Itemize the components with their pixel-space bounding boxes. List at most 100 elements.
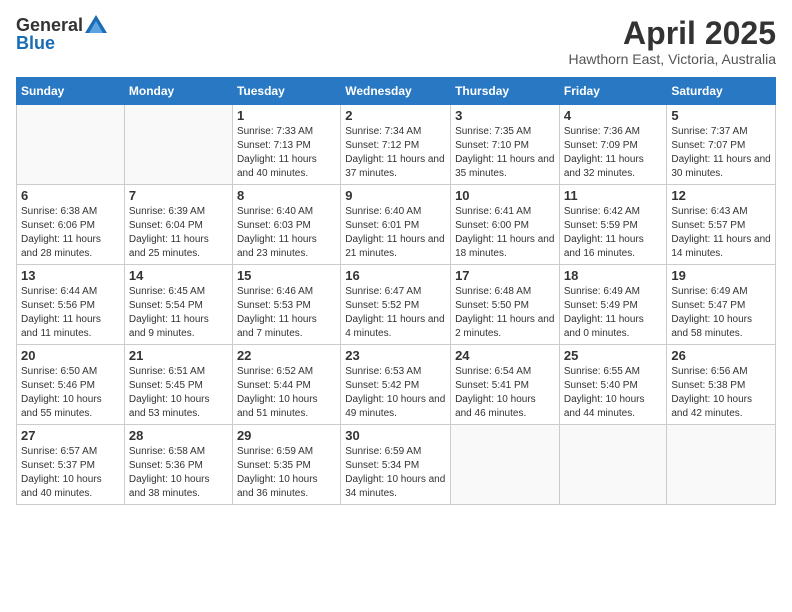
title-area: April 2025 Hawthorn East, Victoria, Aust… [568, 16, 776, 67]
header-day-thursday: Thursday [451, 78, 560, 105]
day-info: Sunrise: 6:42 AM Sunset: 5:59 PM Dayligh… [564, 205, 663, 261]
day-info: Sunrise: 6:39 AM Sunset: 6:04 PM Dayligh… [129, 205, 228, 261]
calendar-cell [17, 105, 125, 185]
calendar-cell: 1Sunrise: 7:33 AM Sunset: 7:13 PM Daylig… [232, 105, 340, 185]
day-number: 10 [455, 188, 555, 203]
day-info: Sunrise: 6:43 AM Sunset: 5:57 PM Dayligh… [671, 205, 771, 261]
calendar-cell: 26Sunrise: 6:56 AM Sunset: 5:38 PM Dayli… [667, 345, 776, 425]
day-info: Sunrise: 6:47 AM Sunset: 5:52 PM Dayligh… [345, 285, 446, 341]
day-number: 5 [671, 108, 771, 123]
day-number: 25 [564, 348, 663, 363]
calendar-cell [124, 105, 232, 185]
day-number: 15 [237, 268, 336, 283]
calendar-cell: 5 Sunrise: 7:37 AM Sunset: 7:07 PM Daylig… [667, 105, 776, 185]
calendar-cell: 18Sunrise: 6:49 AM Sunset: 5:49 PM Dayli… [559, 265, 667, 345]
day-info: Sunrise: 6:41 AM Sunset: 6:00 PM Dayligh… [455, 205, 555, 261]
day-number: 20 [21, 348, 120, 363]
day-number: 28 [129, 428, 228, 443]
day-info: Sunrise: 6:52 AM Sunset: 5:44 PM Dayligh… [237, 365, 336, 421]
location-subtitle: Hawthorn East, Victoria, Australia [568, 51, 776, 67]
calendar-cell: 4 Sunrise: 7:36 AM Sunset: 7:09 PM Daylig… [559, 105, 667, 185]
calendar-cell: 28 Sunrise: 6:58 AM Sunset: 5:36 PM Dayli… [124, 425, 232, 505]
day-number: 11 [564, 188, 663, 203]
calendar-cell: 27Sunrise: 6:57 AM Sunset: 5:37 PM Dayli… [17, 425, 125, 505]
calendar-cell: 29 Sunrise: 6:59 AM Sunset: 5:35 PM Dayli… [232, 425, 340, 505]
calendar-week-row: 13 Sunrise: 6:44 AM Sunset: 5:56 PM Dayli… [17, 265, 776, 345]
day-info: Sunrise: 6:58 AM Sunset: 5:36 PM Dayligh… [129, 445, 228, 501]
day-info: Sunrise: 6:51 AM Sunset: 5:45 PM Dayligh… [129, 365, 228, 421]
day-number: 19 [671, 268, 771, 283]
logo-general-text: General [16, 16, 83, 34]
day-number: 24 [455, 348, 555, 363]
calendar-cell: 6Sunrise: 6:38 AM Sunset: 6:06 PM Daylig… [17, 185, 125, 265]
logo-icon [85, 15, 107, 33]
header-day-wednesday: Wednesday [341, 78, 451, 105]
calendar-cell: 13 Sunrise: 6:44 AM Sunset: 5:56 PM Dayli… [17, 265, 125, 345]
calendar-week-row: 1Sunrise: 7:33 AM Sunset: 7:13 PM Daylig… [17, 105, 776, 185]
day-info: Sunrise: 6:38 AM Sunset: 6:06 PM Dayligh… [21, 205, 120, 261]
day-number: 2 [345, 108, 446, 123]
day-info: Sunrise: 6:57 AM Sunset: 5:37 PM Dayligh… [21, 445, 120, 501]
day-info: Sunrise: 6:40 AM Sunset: 6:03 PM Dayligh… [237, 205, 336, 261]
day-info: Sunrise: 6:59 AM Sunset: 5:35 PM Dayligh… [237, 445, 336, 501]
day-number: 22 [237, 348, 336, 363]
day-number: 16 [345, 268, 446, 283]
header-day-sunday: Sunday [17, 78, 125, 105]
calendar-header-row: SundayMondayTuesdayWednesdayThursdayFrid… [17, 78, 776, 105]
calendar-cell: 16 Sunrise: 6:47 AM Sunset: 5:52 PM Dayli… [341, 265, 451, 345]
calendar-week-row: 20Sunrise: 6:50 AM Sunset: 5:46 PM Dayli… [17, 345, 776, 425]
day-number: 4 [564, 108, 663, 123]
day-number: 29 [237, 428, 336, 443]
day-number: 21 [129, 348, 228, 363]
day-info: Sunrise: 7:34 AM Sunset: 7:12 PM Dayligh… [345, 125, 446, 181]
calendar-cell: 19 Sunrise: 6:49 AM Sunset: 5:47 PM Dayli… [667, 265, 776, 345]
calendar-week-row: 27Sunrise: 6:57 AM Sunset: 5:37 PM Dayli… [17, 425, 776, 505]
calendar-cell: 14 Sunrise: 6:45 AM Sunset: 5:54 PM Dayli… [124, 265, 232, 345]
day-number: 18 [564, 268, 663, 283]
day-info: Sunrise: 6:53 AM Sunset: 5:42 PM Dayligh… [345, 365, 446, 421]
day-info: Sunrise: 7:37 AM Sunset: 7:07 PM Dayligh… [671, 125, 771, 181]
month-title: April 2025 [568, 16, 776, 51]
day-number: 14 [129, 268, 228, 283]
calendar-cell: 22 Sunrise: 6:52 AM Sunset: 5:44 PM Dayli… [232, 345, 340, 425]
calendar-cell: 12 Sunrise: 6:43 AM Sunset: 5:57 PM Dayli… [667, 185, 776, 265]
header-day-saturday: Saturday [667, 78, 776, 105]
day-info: Sunrise: 7:36 AM Sunset: 7:09 PM Dayligh… [564, 125, 663, 181]
calendar-cell: 9 Sunrise: 6:40 AM Sunset: 6:01 PM Daylig… [341, 185, 451, 265]
calendar-cell [559, 425, 667, 505]
calendar-cell [451, 425, 560, 505]
day-info: Sunrise: 6:46 AM Sunset: 5:53 PM Dayligh… [237, 285, 336, 341]
day-number: 9 [345, 188, 446, 203]
calendar-cell: 30 Sunrise: 6:59 AM Sunset: 5:34 PM Dayli… [341, 425, 451, 505]
day-info: Sunrise: 7:35 AM Sunset: 7:10 PM Dayligh… [455, 125, 555, 181]
calendar-cell: 23 Sunrise: 6:53 AM Sunset: 5:42 PM Dayli… [341, 345, 451, 425]
day-number: 8 [237, 188, 336, 203]
header-day-friday: Friday [559, 78, 667, 105]
day-number: 7 [129, 188, 228, 203]
header: General Blue April 2025 Hawthorn East, V… [16, 16, 776, 67]
day-number: 3 [455, 108, 555, 123]
calendar-table: SundayMondayTuesdayWednesdayThursdayFrid… [16, 77, 776, 505]
day-number: 23 [345, 348, 446, 363]
day-info: Sunrise: 6:45 AM Sunset: 5:54 PM Dayligh… [129, 285, 228, 341]
day-info: Sunrise: 6:44 AM Sunset: 5:56 PM Dayligh… [21, 285, 120, 341]
day-info: Sunrise: 6:54 AM Sunset: 5:41 PM Dayligh… [455, 365, 555, 421]
day-number: 13 [21, 268, 120, 283]
calendar-cell: 8 Sunrise: 6:40 AM Sunset: 6:03 PM Daylig… [232, 185, 340, 265]
calendar-cell: 15 Sunrise: 6:46 AM Sunset: 5:53 PM Dayli… [232, 265, 340, 345]
calendar-cell: 10 Sunrise: 6:41 AM Sunset: 6:00 PM Dayli… [451, 185, 560, 265]
header-day-tuesday: Tuesday [232, 78, 340, 105]
calendar-week-row: 6Sunrise: 6:38 AM Sunset: 6:06 PM Daylig… [17, 185, 776, 265]
day-info: Sunrise: 6:59 AM Sunset: 5:34 PM Dayligh… [345, 445, 446, 501]
day-info: Sunrise: 6:40 AM Sunset: 6:01 PM Dayligh… [345, 205, 446, 261]
calendar-cell: 25 Sunrise: 6:55 AM Sunset: 5:40 PM Dayli… [559, 345, 667, 425]
day-info: Sunrise: 7:33 AM Sunset: 7:13 PM Dayligh… [237, 125, 336, 181]
logo-blue-text: Blue [16, 34, 55, 52]
calendar-cell: 3 Sunrise: 7:35 AM Sunset: 7:10 PM Daylig… [451, 105, 560, 185]
day-info: Sunrise: 6:55 AM Sunset: 5:40 PM Dayligh… [564, 365, 663, 421]
header-day-monday: Monday [124, 78, 232, 105]
day-number: 12 [671, 188, 771, 203]
day-info: Sunrise: 6:49 AM Sunset: 5:47 PM Dayligh… [671, 285, 771, 341]
day-number: 30 [345, 428, 446, 443]
logo: General Blue [16, 16, 107, 52]
